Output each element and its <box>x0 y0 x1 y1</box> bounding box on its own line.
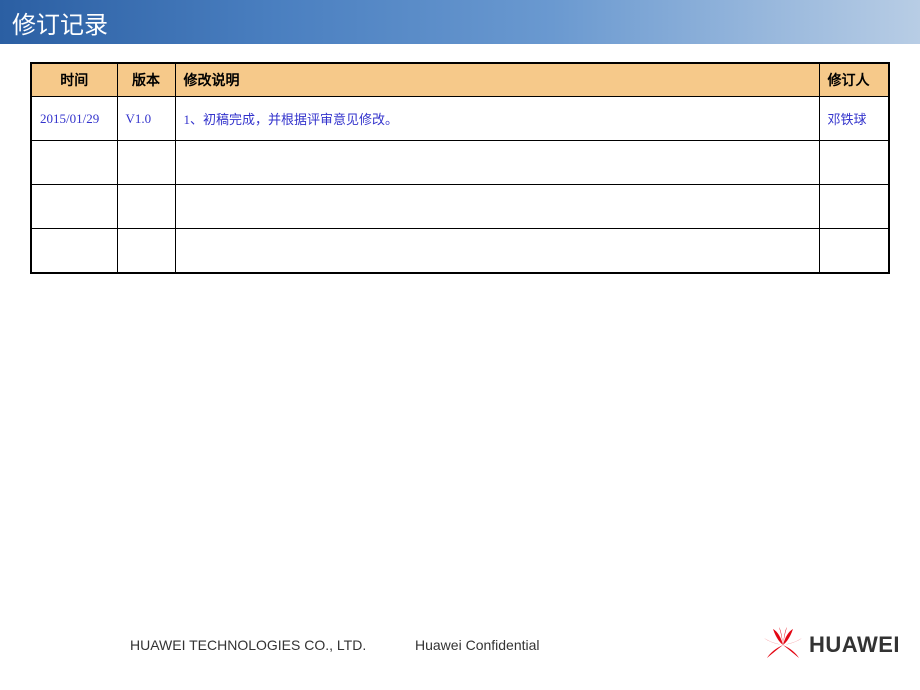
cell-version: V1.0 <box>117 97 175 141</box>
huawei-flower-icon <box>763 627 803 663</box>
huawei-logo: HUAWEI <box>763 627 900 663</box>
table-header-row: 时间 版本 修改说明 修订人 <box>31 63 889 97</box>
header-author: 修订人 <box>819 63 889 97</box>
huawei-logo-text: HUAWEI <box>809 632 900 658</box>
footer: HUAWEI TECHNOLOGIES CO., LTD. Huawei Con… <box>0 620 920 670</box>
cell-author <box>819 185 889 229</box>
page-title: 修订记录 <box>12 5 108 40</box>
cell-version <box>117 229 175 273</box>
cell-time <box>31 185 117 229</box>
table-row: 2015/01/29 V1.0 1、初稿完成，并根据评审意见修改。 邓铁球 <box>31 97 889 141</box>
table-row <box>31 185 889 229</box>
table-row <box>31 229 889 273</box>
cell-author <box>819 141 889 185</box>
revision-table-wrap: 时间 版本 修改说明 修订人 2015/01/29 V1.0 1、初稿完成，并根… <box>0 44 920 274</box>
cell-description <box>175 229 819 273</box>
cell-time: 2015/01/29 <box>31 97 117 141</box>
cell-time <box>31 141 117 185</box>
revision-table: 时间 版本 修改说明 修订人 2015/01/29 V1.0 1、初稿完成，并根… <box>30 62 890 274</box>
cell-version <box>117 185 175 229</box>
cell-description <box>175 141 819 185</box>
footer-company: HUAWEI TECHNOLOGIES CO., LTD. <box>130 637 366 653</box>
cell-description: 1、初稿完成，并根据评审意见修改。 <box>175 97 819 141</box>
footer-confidential: Huawei Confidential <box>415 637 540 653</box>
header-time: 时间 <box>31 63 117 97</box>
header-version: 版本 <box>117 63 175 97</box>
cell-author: 邓铁球 <box>819 97 889 141</box>
cell-time <box>31 229 117 273</box>
cell-description <box>175 185 819 229</box>
cell-version <box>117 141 175 185</box>
title-bar: 修订记录 <box>0 0 920 44</box>
table-row <box>31 141 889 185</box>
cell-author <box>819 229 889 273</box>
header-description: 修改说明 <box>175 63 819 97</box>
